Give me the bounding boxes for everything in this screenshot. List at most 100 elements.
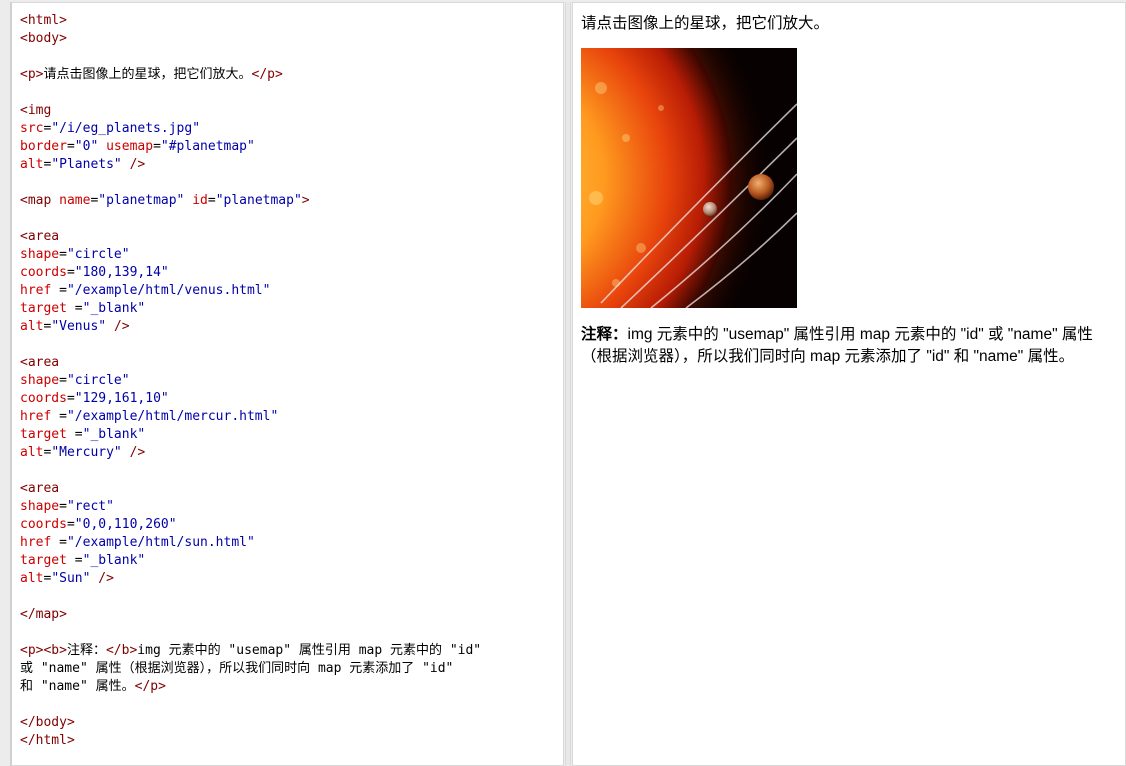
code-line: <p>请点击图像上的星球，把它们放大。</p> <box>20 66 481 84</box>
code-token: </html> <box>20 733 75 748</box>
code-token: = <box>66 391 75 406</box>
code-token: "_blank" <box>82 427 146 442</box>
code-token: border <box>20 139 67 154</box>
code-token: "180,139,14" <box>74 265 169 280</box>
code-token: alt <box>20 319 44 334</box>
code-token: "Venus" <box>51 319 107 334</box>
code-line: 和 "name" 属性。</p> <box>20 678 481 696</box>
code-token: "Mercury" <box>51 445 122 460</box>
code-token: <body> <box>20 31 67 46</box>
code-line: coords="0,0,110,260" <box>20 516 481 534</box>
code-token: <p> <box>20 67 44 82</box>
code-line: target ="_blank" <box>20 552 481 570</box>
code-token: target <box>20 553 67 568</box>
code-token: <area <box>20 229 60 244</box>
note-label: 注释： <box>581 326 628 343</box>
mercury-planet[interactable] <box>703 202 717 216</box>
code-token: "_blank" <box>82 301 146 316</box>
code-token: href <box>20 283 52 298</box>
code-token: target <box>20 301 67 316</box>
code-line: </map> <box>20 606 481 624</box>
code-line: </html> <box>20 732 481 750</box>
code-token: /> <box>129 445 146 460</box>
code-token: "/example/html/venus.html" <box>66 283 271 298</box>
code-line: href ="/example/html/sun.html" <box>20 534 481 552</box>
code-token: 注释： <box>66 643 106 658</box>
planets-image-graphic <box>581 48 797 308</box>
code-line: href ="/example/html/mercur.html" <box>20 408 481 426</box>
venus-planet[interactable] <box>748 174 774 200</box>
code-token: </p> <box>134 679 166 694</box>
code-token: 或 "name" 属性（根据浏览器），所以我们同时向 map 元素添加了 "id… <box>20 661 454 676</box>
code-token: <p><b> <box>20 643 67 658</box>
code-token: "/example/html/mercur.html" <box>66 409 279 424</box>
pane-resize-handle[interactable] <box>565 2 571 766</box>
code-line: <area <box>20 228 481 246</box>
code-token: /> <box>113 319 130 334</box>
code-line: <area <box>20 354 481 372</box>
code-line: src="/i/eg_planets.jpg" <box>20 120 481 138</box>
code-token: "/example/html/sun.html" <box>66 535 255 550</box>
code-line: ​ <box>20 624 481 642</box>
code-line: <img <box>20 102 481 120</box>
code-line: ​ <box>20 174 481 192</box>
code-line: ​ <box>20 588 481 606</box>
code-line: ​ <box>20 336 481 354</box>
tryit-editor: <html><body>​<p>请点击图像上的星球，把它们放大。</p>​<im… <box>0 0 1126 766</box>
code-token: coords <box>20 391 67 406</box>
code-token: 和 "name" 属性。 <box>20 679 135 694</box>
code-token: "0,0,110,260" <box>74 517 177 532</box>
code-line: ​ <box>20 48 481 66</box>
code-token: "129,161,10" <box>74 391 169 406</box>
code-token: "#planetmap" <box>160 139 255 154</box>
intro-paragraph: 请点击图像上的星球，把它们放大。 <box>581 15 830 32</box>
code-line: <map name="planetmap" id="planetmap"> <box>20 192 481 210</box>
code-line: alt="Sun" /> <box>20 570 481 588</box>
code-token: target <box>20 427 67 442</box>
source-code-pane[interactable]: <html><body>​<p>请点击图像上的星球，把它们放大。</p>​<im… <box>10 2 564 766</box>
code-token: alt <box>20 445 44 460</box>
code-token: "planetmap" <box>215 193 302 208</box>
code-line: href ="/example/html/venus.html" <box>20 282 481 300</box>
code-token: = <box>66 301 83 316</box>
code-token: = <box>51 409 67 424</box>
code-token: "rect" <box>66 499 114 514</box>
note-paragraph: 注释：img 元素中的 "usemap" 属性引用 map 元素中的 "id" … <box>581 324 1117 368</box>
code-line: <p><b>注释：</b>img 元素中的 "usemap" 属性引用 map … <box>20 642 481 660</box>
code-token: <area <box>20 355 60 370</box>
note-text: img 元素中的 "usemap" 属性引用 map 元素中的 "id" 或 "… <box>581 326 1093 365</box>
code-token: </p> <box>251 67 283 82</box>
result-document: 请点击图像上的星球，把它们放大。 注释：img 元素中的 "usemap" 属性… <box>581 13 1117 368</box>
source-code[interactable]: <html><body>​<p>请点击图像上的星球，把它们放大。</p>​<im… <box>20 12 481 750</box>
planets-image[interactable] <box>581 48 797 308</box>
code-token: coords <box>20 517 67 532</box>
code-token: "Planets" <box>51 157 122 172</box>
code-token: <map <box>20 193 52 208</box>
code-token: = <box>66 553 83 568</box>
result-pane: 请点击图像上的星球，把它们放大。 注释：img 元素中的 "usemap" 属性… <box>572 2 1126 766</box>
code-token: <area <box>20 481 60 496</box>
code-line: alt="Mercury" /> <box>20 444 481 462</box>
code-token: usemap <box>106 139 154 154</box>
code-token: href <box>20 409 52 424</box>
code-token: alt <box>20 157 44 172</box>
code-token: "circle" <box>66 373 130 388</box>
code-token: /> <box>98 571 114 586</box>
code-line: shape="rect" <box>20 498 481 516</box>
code-line: shape="circle" <box>20 246 481 264</box>
code-token: <img <box>20 103 52 118</box>
code-token: = <box>207 193 216 208</box>
code-line: ​ <box>20 462 481 480</box>
code-token: </b> <box>105 643 138 658</box>
code-token: = <box>66 139 75 154</box>
code-token: = <box>59 499 67 514</box>
code-line: <area <box>20 480 481 498</box>
code-token: "/i/eg_planets.jpg" <box>51 121 201 136</box>
code-token: href <box>20 535 52 550</box>
code-token: = <box>66 427 83 442</box>
